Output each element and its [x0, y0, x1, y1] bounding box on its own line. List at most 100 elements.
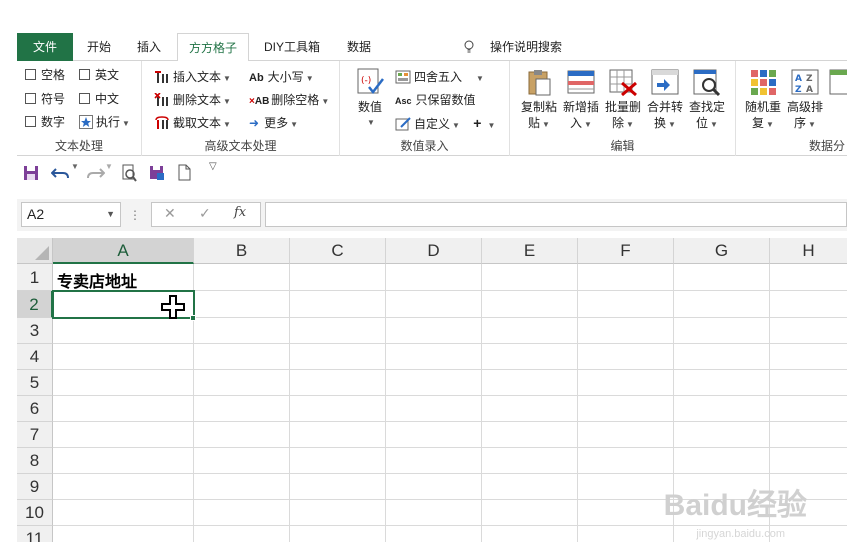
column-header-e[interactable]: E [482, 238, 578, 264]
column-header-b[interactable]: B [194, 238, 290, 264]
checkbox-icon [25, 116, 36, 128]
name-box[interactable]: A2 ▼ [21, 202, 121, 227]
column-header-d[interactable]: D [386, 238, 482, 264]
enter-check-icon[interactable]: ✓ [199, 205, 211, 222]
numeric-value-icon: (-) [357, 68, 384, 95]
cancel-icon[interactable]: ✕ [164, 205, 176, 222]
clipboard-icon [528, 70, 551, 96]
svg-text:A: A [795, 74, 802, 84]
new-document-icon[interactable] [177, 164, 191, 182]
row-header-4[interactable]: 4 [17, 344, 53, 370]
option-symbol[interactable]: 符号 [25, 89, 65, 109]
row-header-2[interactable]: 2 [17, 291, 53, 318]
column-header-a[interactable]: A [53, 238, 194, 264]
column-header-f[interactable]: F [578, 238, 674, 264]
row-header-1[interactable]: 1 [17, 264, 53, 291]
tab-fangfanggezi[interactable]: 方方格子 [177, 33, 249, 62]
watermark-logo: Baidu经验 [663, 489, 807, 522]
select-all-corner[interactable] [17, 238, 53, 264]
custom-edit-icon [395, 117, 411, 131]
svg-text:A: A [806, 85, 813, 95]
undo-dropdown-icon[interactable]: ▼ [71, 162, 79, 180]
tell-me-search[interactable]: 操作说明搜索 [464, 33, 574, 61]
customize-qat-icon[interactable]: ▽ [209, 161, 217, 179]
keep-values-button[interactable]: Asc 只保留数值 [395, 89, 476, 111]
execute-button[interactable]: 执行 ▼ [79, 112, 130, 132]
redo-icon[interactable] [85, 164, 105, 182]
column-header-g[interactable]: G [674, 238, 770, 264]
row-header-9[interactable]: 9 [17, 474, 53, 500]
data-analysis-more-button[interactable] [828, 67, 847, 99]
more-button[interactable]: ➜ 更多 ▼ [249, 112, 298, 134]
delete-spaces-icon: ×AB [249, 96, 270, 107]
numeric-value-button[interactable]: (-) 数值 ▼ [350, 67, 390, 131]
gridline [385, 264, 386, 542]
save-as-icon[interactable] [149, 164, 165, 182]
checkbox-icon [79, 93, 90, 105]
tab-insert[interactable]: 插入 [125, 33, 173, 61]
numeric-value-dropdown-icon: ▼ [367, 118, 375, 127]
tell-me-label: 操作说明搜索 [490, 40, 563, 54]
fill-handle[interactable] [190, 315, 196, 321]
save-icon[interactable] [23, 164, 39, 182]
insert-rows-icon [567, 70, 595, 94]
quick-access-toolbar: ▼ ▼ ▽ [17, 158, 847, 188]
row-header-11[interactable]: 11 [17, 526, 53, 542]
option-chinese[interactable]: 中文 [79, 89, 119, 109]
insert-function-icon[interactable]: fx [234, 205, 246, 220]
row-header-8[interactable]: 8 [17, 448, 53, 474]
formula-bar: A2 ▼ ⋮ ✕ ✓ fx [17, 199, 847, 231]
formula-input[interactable] [265, 202, 847, 227]
group-label-data-analysis: 数据分 [808, 139, 845, 153]
worksheet-grid[interactable]: A B C D E F G H 1 2 3 4 5 6 7 8 9 10 11 … [17, 238, 847, 542]
delete-spaces-button[interactable]: ×AB 删除空格 ▼ [249, 89, 329, 111]
group-text-processing: 空格 英文 符号 中文 数字 执行 ▼ 文本处理 [17, 61, 142, 156]
row-header-6[interactable]: 6 [17, 396, 53, 422]
delete-text-button[interactable]: 删除文本 ▼ [154, 89, 231, 111]
svg-text:Z: Z [806, 74, 813, 84]
copy-paste-button[interactable]: 复制粘 贴 ▼ [518, 67, 560, 133]
insert-new-button[interactable]: 新增插 入 ▼ [560, 67, 602, 133]
row-header-5[interactable]: 5 [17, 370, 53, 396]
keep-values-icon: Asc [395, 96, 412, 106]
tab-home[interactable]: 开始 [75, 33, 123, 61]
option-english[interactable]: 英文 [79, 65, 119, 85]
batch-delete-button[interactable]: 批量删 除 ▼ [602, 67, 644, 133]
tab-data[interactable]: 数据 [335, 33, 383, 61]
tab-diy-toolbox[interactable]: DIY工具箱 [253, 33, 331, 61]
column-header-c[interactable]: C [290, 238, 386, 264]
option-number[interactable]: 数字 [25, 112, 65, 132]
plus-icon: + [473, 115, 482, 131]
group-advanced-text: 插入文本 ▼ 删除文本 ▼ 截取文本 ▼ Ab 大小写 ▼ ×AB 删除空格 ▼ ➜ 更多 ▼ 高… [142, 61, 340, 156]
option-space[interactable]: 空格 [25, 65, 65, 85]
cell-select-cursor-icon [161, 295, 185, 319]
column-header-h[interactable]: H [770, 238, 847, 264]
custom-button[interactable]: 自定义 ▼ + ▼ [395, 112, 495, 134]
gridline [481, 264, 482, 542]
row-header-7[interactable]: 7 [17, 422, 53, 448]
row-header-10[interactable]: 10 [17, 500, 53, 526]
merge-convert-button[interactable]: 合并转 换 ▼ [644, 67, 686, 133]
tab-file[interactable]: 文件 [17, 33, 73, 61]
extract-text-button[interactable]: 截取文本 ▼ [154, 112, 231, 134]
case-button[interactable]: Ab 大小写 ▼ [249, 66, 314, 88]
lightbulb-icon [464, 40, 474, 53]
find-locate-button[interactable]: 查找定 位 ▼ [686, 67, 728, 133]
round-button[interactable]: 四舍五入 ▼ [395, 66, 484, 88]
data-analysis-icon [829, 69, 847, 95]
print-preview-icon[interactable] [121, 164, 137, 182]
delete-text-icon [154, 92, 168, 106]
row-header-3[interactable]: 3 [17, 318, 53, 344]
extract-text-icon [155, 116, 169, 129]
name-box-dropdown-icon[interactable]: ▼ [106, 203, 115, 226]
checkbox-icon [25, 93, 36, 105]
cell-a1[interactable]: 专卖店地址 [57, 268, 137, 292]
advanced-sort-button[interactable]: A Z Z A 高级排 序 ▼ [784, 67, 826, 133]
select-all-triangle-icon [35, 246, 49, 260]
undo-icon[interactable] [51, 164, 71, 182]
redo-dropdown-icon[interactable]: ▼ [105, 162, 113, 180]
gridline [53, 447, 847, 448]
random-repeat-button[interactable]: 随机重 复 ▼ [742, 67, 784, 133]
case-icon: Ab [249, 72, 264, 84]
insert-text-button[interactable]: 插入文本 ▼ [154, 66, 231, 88]
